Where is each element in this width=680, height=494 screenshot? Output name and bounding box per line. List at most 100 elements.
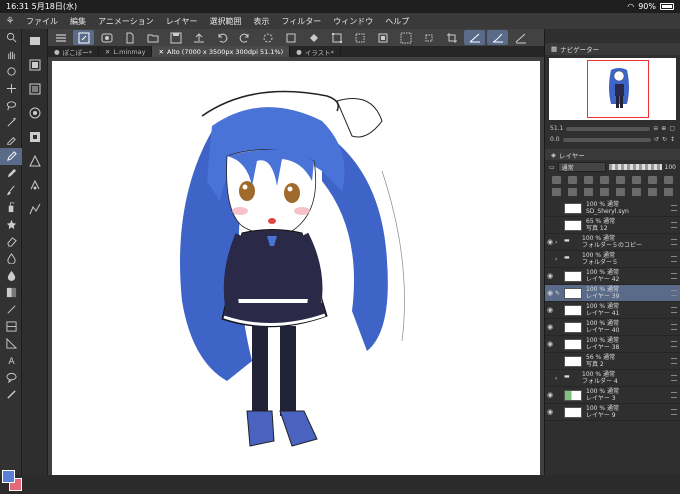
- pen-edit-icon[interactable]: ✎: [555, 290, 564, 297]
- fit-icon[interactable]: ▢: [669, 125, 675, 132]
- shrink-selection-icon[interactable]: [418, 30, 439, 45]
- menu-view[interactable]: 表示: [247, 16, 275, 27]
- layer-row[interactable]: ◉ 100 % 通常 レイヤー 3: [545, 387, 680, 404]
- eye-icon[interactable]: ◉: [545, 306, 555, 314]
- clip-icon[interactable]: [552, 176, 562, 184]
- drag-handle-icon[interactable]: [671, 392, 677, 398]
- delete-layer-icon[interactable]: [663, 188, 673, 196]
- brush-size-icon[interactable]: [22, 101, 48, 125]
- eye-icon[interactable]: ◉: [545, 272, 555, 280]
- expand-chevron-icon[interactable]: ›: [555, 256, 564, 263]
- special-ruler-snap-icon[interactable]: [487, 30, 508, 45]
- lasso-icon[interactable]: [0, 97, 22, 114]
- lock-icon[interactable]: [600, 176, 610, 184]
- menu-help[interactable]: ヘルプ: [379, 16, 415, 27]
- menu-edit[interactable]: 編集: [64, 16, 92, 27]
- add-mask-icon[interactable]: [631, 188, 641, 196]
- clear-icon[interactable]: [280, 30, 301, 45]
- rotate-left-icon[interactable]: ↺: [654, 136, 659, 143]
- drag-handle-icon[interactable]: [671, 341, 677, 347]
- view-icon[interactable]: [96, 30, 117, 45]
- loading-icon[interactable]: [257, 30, 278, 45]
- fill-bucket-icon[interactable]: [0, 267, 22, 284]
- move-icon[interactable]: [0, 80, 22, 97]
- eraser-icon[interactable]: [0, 233, 22, 250]
- layer-row[interactable]: ◉ › ▬ 100 % 通常 フォルダー５のコピー: [545, 234, 680, 251]
- zoom-slider[interactable]: [566, 126, 651, 131]
- app-logo-icon[interactable]: ⚘: [0, 13, 20, 29]
- transform-icon[interactable]: [326, 30, 347, 45]
- layer-row[interactable]: › ▬ 100 % 通常 フォルダー 4: [545, 370, 680, 387]
- tab-document-1[interactable]: ● ぽこぽー*: [48, 46, 99, 57]
- eye-icon[interactable]: ◉: [545, 340, 555, 348]
- close-icon[interactable]: ✕: [158, 48, 163, 56]
- blend-mode-select[interactable]: 通常: [557, 162, 606, 172]
- brush-icon[interactable]: [0, 182, 22, 199]
- navigator-preview[interactable]: [549, 58, 676, 120]
- ruler-snap-icon[interactable]: [464, 30, 485, 45]
- layer-panel-header[interactable]: ◈ レイヤー: [545, 149, 680, 160]
- intermediate-color-icon[interactable]: [22, 173, 48, 197]
- menu-animation[interactable]: アニメーション: [92, 16, 160, 27]
- correct-line-icon[interactable]: [0, 386, 22, 403]
- layer-row[interactable]: ◉ 100 % 通常 レイヤー 42: [545, 268, 680, 285]
- eye-icon[interactable]: ◉: [545, 408, 555, 416]
- approximate-color-icon[interactable]: [22, 197, 48, 221]
- tab-document-active[interactable]: ✕ Alto (7000 x 3500px 300dpi 51.1%): [152, 46, 291, 57]
- expand-selection-icon[interactable]: [395, 30, 416, 45]
- eyedropper-icon[interactable]: [0, 131, 22, 148]
- open-folder-icon[interactable]: [142, 30, 163, 45]
- color-wheel-icon[interactable]: [22, 125, 48, 149]
- drag-handle-icon[interactable]: [671, 205, 677, 211]
- hamburger-icon[interactable]: [50, 30, 71, 45]
- pen-icon[interactable]: [0, 148, 22, 165]
- new-folder-icon[interactable]: [584, 188, 594, 196]
- drag-handle-icon[interactable]: [671, 307, 677, 313]
- menu-window[interactable]: ウィンドウ: [327, 16, 379, 27]
- rotation-slider[interactable]: [562, 137, 651, 142]
- gradient-icon[interactable]: [0, 284, 22, 301]
- new-raster-icon[interactable]: [552, 188, 562, 196]
- tab-document-4[interactable]: ● イラスト*: [290, 46, 341, 57]
- transfer-down-icon[interactable]: [600, 188, 610, 196]
- drag-handle-icon[interactable]: [671, 375, 677, 381]
- magic-wand-icon[interactable]: [0, 114, 22, 131]
- drawing-canvas[interactable]: [52, 61, 540, 475]
- sub-tool-icon[interactable]: [22, 77, 48, 101]
- crop-icon[interactable]: [441, 30, 462, 45]
- drag-handle-icon[interactable]: [671, 409, 677, 415]
- frame-border-icon[interactable]: [0, 318, 22, 335]
- new-vector-icon[interactable]: [568, 188, 578, 196]
- zoom-icon[interactable]: [0, 29, 22, 46]
- new-file-icon[interactable]: [119, 30, 140, 45]
- layer-row[interactable]: › ▬ 100 % 通常 フォルダー５: [545, 251, 680, 268]
- opacity-slider[interactable]: [608, 164, 662, 170]
- main-color-swatch[interactable]: [2, 470, 15, 483]
- layer-row[interactable]: 100 % 通常 SD_Sheryl.syn: [545, 200, 680, 217]
- mask-enable-icon[interactable]: [631, 176, 641, 184]
- fill-icon[interactable]: [303, 30, 324, 45]
- zoom-out-icon[interactable]: ⊖: [653, 125, 658, 132]
- expand-chevron-icon[interactable]: ›: [555, 375, 564, 382]
- airbrush-icon[interactable]: [0, 199, 22, 216]
- close-icon[interactable]: ●: [54, 48, 60, 56]
- draft-icon[interactable]: [584, 176, 594, 184]
- redo-icon[interactable]: [234, 30, 255, 45]
- rotate-view-icon[interactable]: [0, 63, 22, 80]
- drag-handle-icon[interactable]: [671, 222, 677, 228]
- decoration-icon[interactable]: [0, 216, 22, 233]
- layer-row[interactable]: 65 % 通常 写真 12: [545, 217, 680, 234]
- close-icon[interactable]: ✕: [105, 48, 110, 56]
- text-icon[interactable]: A: [0, 352, 22, 369]
- drag-handle-icon[interactable]: [671, 324, 677, 330]
- drag-handle-icon[interactable]: [671, 256, 677, 262]
- reset-rotation-icon[interactable]: ↕: [670, 136, 675, 143]
- layer-row[interactable]: ◉ 100 % 通常 レイヤー 40: [545, 319, 680, 336]
- color-layer-icon[interactable]: [663, 176, 673, 184]
- zoom-in-icon[interactable]: ⊕: [661, 125, 666, 132]
- lock-alpha-icon[interactable]: [615, 176, 625, 184]
- ruler-show-icon[interactable]: [647, 176, 657, 184]
- drag-handle-icon[interactable]: [671, 239, 677, 245]
- pencil-icon[interactable]: [0, 165, 22, 182]
- blend-icon[interactable]: [0, 250, 22, 267]
